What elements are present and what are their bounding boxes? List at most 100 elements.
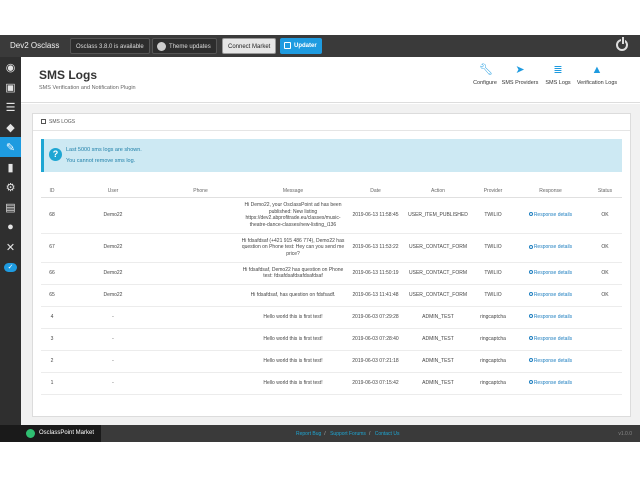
cell-status: OK: [588, 284, 622, 307]
cell-action: USER_CONTACT_FORM: [403, 284, 473, 307]
version-notice-button[interactable]: Osclass 3.8.0 is available: [70, 38, 150, 54]
sidebar-item-pages[interactable]: ▤: [0, 197, 21, 217]
cell-date: 2019-06-03 07:15:42: [348, 372, 403, 395]
footer-brand-label: OsclassPoint Market: [39, 430, 95, 436]
table-row: 2 - Hello world this is first test! 2019…: [41, 350, 622, 373]
sidebar-item-settings[interactable]: ⚙: [0, 177, 21, 197]
contact-us-link[interactable]: Contact Us: [375, 431, 400, 437]
sidebar-item-tags[interactable]: ◆: [0, 117, 21, 137]
cell-user: Demo22: [63, 197, 163, 234]
nav-verification-logs[interactable]: ▲ Verification Logs: [569, 64, 625, 86]
col-provider: Provider: [473, 186, 513, 198]
cell-phone: [163, 372, 238, 395]
sidebar-item-users[interactable]: ●: [0, 217, 21, 237]
cell-message: Hi fdsafdsaf (+421 915 486 774), Demo22 …: [238, 233, 348, 263]
footer: OsclassPoint Market Report Bug / Support …: [21, 425, 640, 442]
sidebar: ◉ ▣ ☰ ◆ ✎ ▮ ⚙ ▤ ● ✕ ✓: [0, 57, 21, 425]
updater-label: Updater: [294, 43, 317, 49]
logout-power-icon[interactable]: [616, 37, 628, 51]
cell-status: [588, 350, 622, 373]
response-details-link[interactable]: Response details: [513, 197, 588, 234]
search-icon: [528, 314, 533, 319]
cell-provider: TWILIO: [473, 197, 513, 234]
panel-title-label: SMS LOGS: [49, 119, 76, 125]
response-label: Response details: [533, 211, 573, 218]
table-row: 68 Demo22 Hi Demo22, your OsclassPoint a…: [41, 197, 622, 234]
response-details-link[interactable]: Response details: [513, 350, 588, 373]
col-action: Action: [403, 186, 473, 198]
site-name[interactable]: Dev2 Osclass: [10, 41, 59, 50]
cell-provider: TWILIO: [473, 233, 513, 263]
response-label: Response details: [533, 313, 573, 320]
cell-user: -: [63, 306, 163, 329]
theme-updates-button[interactable]: Theme updates: [152, 38, 217, 54]
search-icon: [528, 212, 533, 217]
response-details-link[interactable]: Response details: [513, 306, 588, 329]
paper-plane-icon: ➤: [515, 64, 525, 76]
nav-sms-logs-label: SMS Logs: [545, 80, 571, 86]
sidebar-item-dashboard[interactable]: ◉: [0, 57, 21, 77]
cell-date: 2019-06-03 07:28:40: [348, 328, 403, 351]
cell-user: -: [63, 328, 163, 351]
dashboard-icon: ◉: [5, 61, 16, 74]
response-details-link[interactable]: Response details: [513, 262, 588, 285]
col-user: User: [63, 186, 163, 198]
table-row: 4 - Hello world this is first test! 2019…: [41, 306, 622, 329]
cell-date: 2019-06-13 11:41:48: [348, 284, 403, 307]
cell-message: Hello world this is first test!: [238, 306, 348, 329]
updater-button[interactable]: Updater: [280, 38, 322, 54]
sms-logs-panel: SMS LOGS ? Last 5000 sms logs are shown.…: [32, 113, 631, 417]
support-forums-link[interactable]: Support Forums: [330, 431, 366, 437]
cell-user: Demo22: [63, 233, 163, 263]
updater-icon: [284, 42, 291, 49]
cell-status: OK: [588, 262, 622, 285]
cell-phone: [163, 328, 238, 351]
cell-date: 2019-06-13 11:53:22: [348, 233, 403, 263]
report-bug-link[interactable]: Report Bug: [296, 431, 321, 437]
col-date: Date: [348, 186, 403, 198]
response-details-link[interactable]: Response details: [513, 372, 588, 395]
response-details-link[interactable]: Response details: [513, 328, 588, 351]
table-row: 65 Demo22 Hi fdsafdsaf, has question on …: [41, 284, 622, 307]
response-details-link[interactable]: Response details: [513, 284, 588, 307]
top-bar: Dev2 Osclass Osclass 3.8.0 is available …: [0, 35, 640, 57]
cell-user: Demo22: [63, 284, 163, 307]
sidebar-item-listings[interactable]: ▣: [0, 77, 21, 97]
table-row: 66 Demo22 Hi fdsafdsaf, Demo22 has quest…: [41, 262, 622, 285]
alert-line-1: Last 5000 sms logs are shown.: [66, 147, 142, 153]
user-icon: ●: [7, 221, 14, 233]
response-label: Response details: [533, 269, 573, 276]
sidebar-item-plugins[interactable]: ✎: [0, 137, 21, 157]
theme-updates-label: Theme updates: [169, 44, 211, 50]
table-row: 67 Demo22 Hi fdsafdsaf (+421 915 486 774…: [41, 233, 622, 263]
footer-brand[interactable]: OsclassPoint Market: [21, 425, 101, 442]
plugin-version: v1.0.0: [618, 431, 632, 437]
response-details-link[interactable]: Response details: [513, 233, 588, 263]
cell-action: ADMIN_TEST: [403, 306, 473, 329]
sidebar-item-categories[interactable]: ☰: [0, 97, 21, 117]
response-label: Response details: [533, 379, 573, 386]
sidebar-item-toggle[interactable]: ✓: [0, 257, 21, 277]
content-area: SMS LOGS ? Last 5000 sms logs are shown.…: [21, 104, 640, 425]
cell-message: Hello world this is first test!: [238, 328, 348, 351]
cell-action: USER_ITEM_PUBLISHED: [403, 197, 473, 234]
user-badge-icon: ▲: [591, 64, 603, 76]
search-icon: [528, 380, 533, 385]
cell-id: 65: [41, 284, 63, 307]
osclasspoint-logo-icon: [26, 429, 35, 438]
cell-message: Hi fdsafdsaf, Demo22 has question on Pho…: [238, 262, 348, 285]
cell-provider: ringcaptcha: [473, 328, 513, 351]
cell-status: [588, 372, 622, 395]
connect-market-button[interactable]: Connect Market: [222, 38, 277, 54]
sidebar-item-tools[interactable]: ✕: [0, 237, 21, 257]
page-title: SMS Logs: [39, 68, 98, 82]
table-row: 3 - Hello world this is first test! 2019…: [41, 328, 622, 351]
plug-icon: ✎: [5, 141, 16, 154]
cell-phone: [163, 306, 238, 329]
list-icon: ☰: [5, 101, 16, 114]
response-label: Response details: [533, 244, 573, 251]
cell-user: -: [63, 372, 163, 395]
cell-phone: [163, 350, 238, 373]
sidebar-item-stats[interactable]: ▮: [0, 157, 21, 177]
search-icon: [528, 270, 533, 275]
